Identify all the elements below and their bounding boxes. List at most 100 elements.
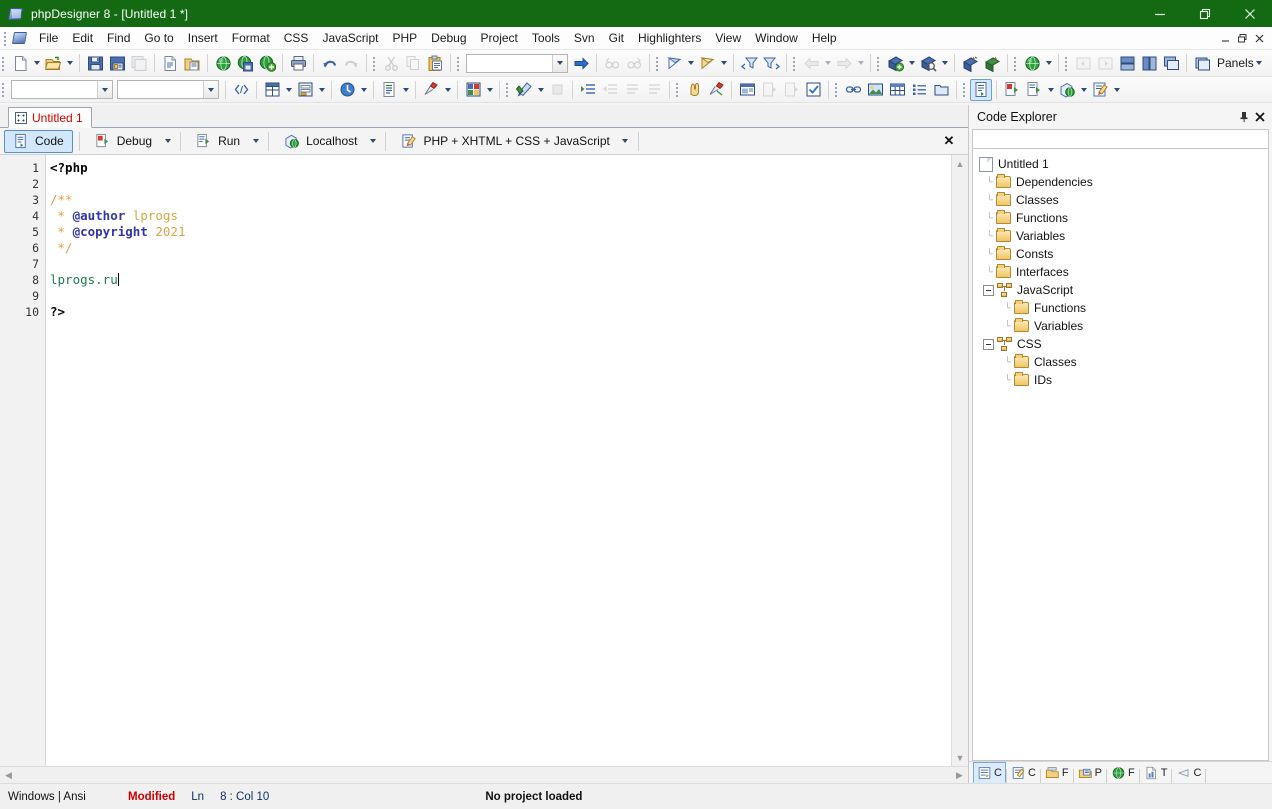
- insert-form-icon[interactable]: [294, 79, 316, 101]
- panels-button[interactable]: Panels: [1213, 52, 1269, 74]
- code-editor[interactable]: 1 2 3 4 5 6 7 8 9 10 <?php /** * @author…: [0, 155, 968, 766]
- run-dropdown[interactable]: [1045, 79, 1056, 101]
- debug-run-icon[interactable]: [1001, 79, 1023, 101]
- tree-item[interactable]: └ Classes: [973, 191, 1268, 209]
- tree-item[interactable]: └ Functions: [973, 209, 1268, 227]
- tile-vertical-icon[interactable]: [1138, 52, 1160, 74]
- toolbar-grip-2[interactable]: [371, 55, 378, 72]
- close-all-files-icon[interactable]: [181, 52, 203, 74]
- run-script-dropdown[interactable]: [535, 79, 546, 101]
- wizard-icon[interactable]: [420, 79, 442, 101]
- menu-item-goto[interactable]: Go to: [137, 28, 180, 49]
- run-icon[interactable]: [1023, 79, 1045, 101]
- code-view-icon[interactable]: [970, 78, 992, 101]
- prev-doc-icon[interactable]: [1072, 52, 1094, 74]
- mdi-restore-button[interactable]: [1235, 31, 1250, 46]
- tag-combo-arrow[interactable]: [97, 81, 112, 98]
- bookmark-goto-icon[interactable]: [696, 52, 718, 74]
- tree-item[interactable]: └ Dependencies: [973, 173, 1268, 191]
- maximize-button[interactable]: [1182, 0, 1227, 27]
- menu-item-debug[interactable]: Debug: [424, 28, 473, 49]
- image-icon[interactable]: [864, 79, 886, 101]
- menu-item-css[interactable]: CSS: [277, 28, 316, 49]
- highlighter-dropdown-arrow[interactable]: [619, 130, 632, 153]
- validate-icon[interactable]: [802, 79, 824, 101]
- open-from-ftp-icon[interactable]: [212, 52, 234, 74]
- close-file-icon[interactable]: [159, 52, 181, 74]
- bookmark-goto-dropdown[interactable]: [718, 52, 729, 74]
- nav-forward-dropdown[interactable]: [855, 52, 866, 74]
- menu-item-git[interactable]: Git: [602, 28, 631, 49]
- add-project-dropdown[interactable]: [906, 52, 917, 74]
- menu-grip[interactable]: [2, 30, 9, 47]
- cut-icon[interactable]: [380, 52, 402, 74]
- tree-item[interactable]: └ Classes: [973, 353, 1268, 371]
- bookmark-toggle-dropdown[interactable]: [685, 52, 696, 74]
- toolbar2-grip-4[interactable]: [833, 81, 840, 98]
- menu-item-file[interactable]: File: [32, 28, 65, 49]
- localhost-icon[interactable]: [1056, 79, 1078, 101]
- run-dropdown-arrow[interactable]: [249, 130, 262, 153]
- print-icon[interactable]: [287, 52, 309, 74]
- code-explorer-filter-input[interactable]: [972, 129, 1269, 149]
- panel-tab-code-explorer[interactable]: C: [973, 762, 1006, 783]
- table-icon[interactable]: [886, 79, 908, 101]
- nav-forward-icon[interactable]: [833, 52, 855, 74]
- scroll-left-arrow[interactable]: ◀: [0, 770, 17, 781]
- nav-back-dropdown[interactable]: [822, 52, 833, 74]
- tree-item[interactable]: └ Functions: [973, 299, 1268, 317]
- panels-icon[interactable]: [1191, 52, 1213, 74]
- toolbar2-grip-2[interactable]: [504, 81, 511, 98]
- save-as-icon[interactable]: [106, 52, 128, 74]
- preview-icon[interactable]: [736, 79, 758, 101]
- menu-item-php[interactable]: PHP: [385, 28, 424, 49]
- toolbar-grip-4[interactable]: [654, 55, 661, 72]
- hand-tool-icon[interactable]: [683, 79, 705, 101]
- search-combo-arrow[interactable]: [552, 54, 567, 72]
- open-project-icon[interactable]: [917, 52, 939, 74]
- close-icon[interactable]: [1252, 109, 1268, 125]
- code-text-area[interactable]: <?php /** * @author lprogs * @copyright …: [46, 155, 968, 766]
- run-script-icon[interactable]: [513, 79, 535, 101]
- tile-horizontal-icon[interactable]: [1116, 52, 1138, 74]
- insert-table-icon[interactable]: [261, 79, 283, 101]
- stop-script-icon[interactable]: [546, 79, 568, 101]
- tree-item[interactable]: └ Variables: [973, 227, 1268, 245]
- panel-tab-todo[interactable]: T: [1140, 762, 1172, 783]
- highlighter-dropdown[interactable]: [1111, 79, 1122, 101]
- wizard-dropdown[interactable]: [442, 79, 453, 101]
- mdi-minimize-button[interactable]: [1218, 31, 1233, 46]
- code-snippet-icon[interactable]: [230, 79, 252, 101]
- comment-icon[interactable]: [621, 79, 643, 101]
- code-explorer-tree[interactable]: Untitled 1 └ Dependencies └ Classes └ Function…: [972, 149, 1269, 761]
- menu-item-edit[interactable]: Edit: [65, 28, 100, 49]
- menu-item-insert[interactable]: Insert: [181, 28, 225, 49]
- menu-item-javascript[interactable]: JavaScript: [315, 28, 385, 49]
- pin-icon[interactable]: [1236, 109, 1252, 125]
- panel-tab-ftp[interactable]: F: [1107, 762, 1139, 783]
- copy-icon[interactable]: [402, 52, 424, 74]
- menu-item-find[interactable]: Find: [100, 28, 137, 49]
- tag-combo[interactable]: [11, 80, 113, 99]
- project-publish-icon[interactable]: [981, 52, 1003, 74]
- insert-list-icon[interactable]: [378, 79, 400, 101]
- panel-tab-clipboard[interactable]: C: [1007, 762, 1040, 783]
- tree-item[interactable]: JavaScript: [973, 281, 1268, 299]
- filter-prev-icon[interactable]: [738, 52, 760, 74]
- tree-item[interactable]: CSS: [973, 335, 1268, 353]
- insert-table-dropdown[interactable]: [283, 79, 294, 101]
- collapse-expander-icon[interactable]: [983, 338, 994, 350]
- menu-item-window[interactable]: Window: [748, 28, 805, 49]
- cascade-icon[interactable]: [1160, 52, 1182, 74]
- debug-dropdown-arrow[interactable]: [161, 130, 174, 153]
- open-project-dropdown[interactable]: [939, 52, 950, 74]
- highlighter-icon[interactable]: [1089, 79, 1111, 101]
- tree-item[interactable]: └ Consts: [973, 245, 1268, 263]
- tree-item[interactable]: Untitled 1: [973, 155, 1268, 173]
- collapse-expander-icon[interactable]: [983, 284, 994, 296]
- new-file-icon[interactable]: [9, 52, 31, 74]
- panels-dropdown-arrow[interactable]: [1254, 52, 1265, 74]
- toolbar2-grip-3[interactable]: [674, 81, 681, 98]
- insert-image-dropdown[interactable]: [358, 79, 369, 101]
- toolbar-grip-7[interactable]: [1012, 55, 1019, 72]
